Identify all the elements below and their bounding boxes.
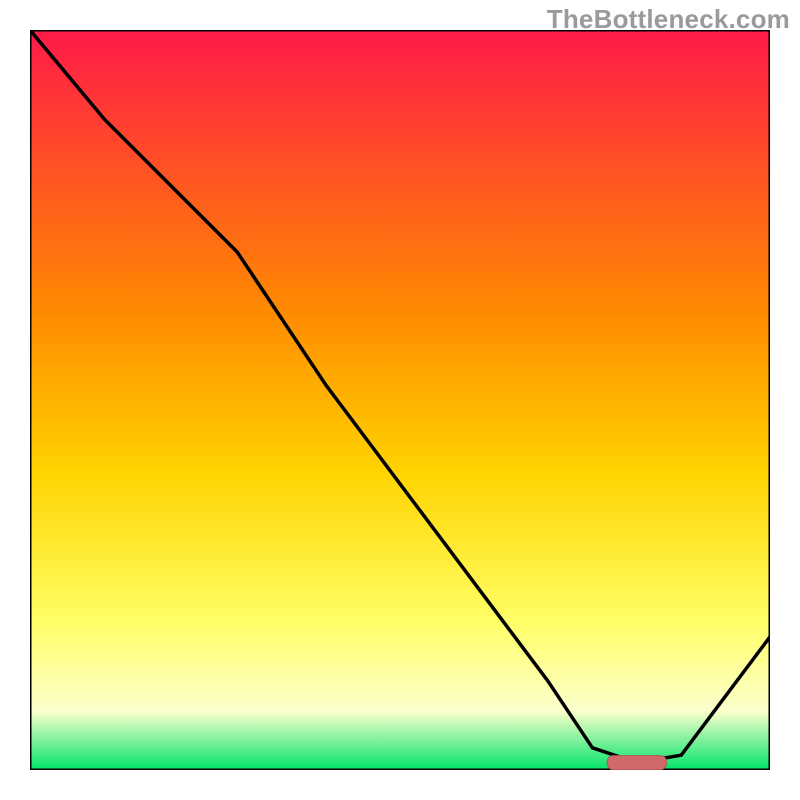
chart-svg bbox=[30, 30, 770, 770]
optimal-range-marker bbox=[607, 756, 666, 770]
bottleneck-chart bbox=[30, 30, 770, 770]
gradient-background bbox=[30, 30, 770, 770]
